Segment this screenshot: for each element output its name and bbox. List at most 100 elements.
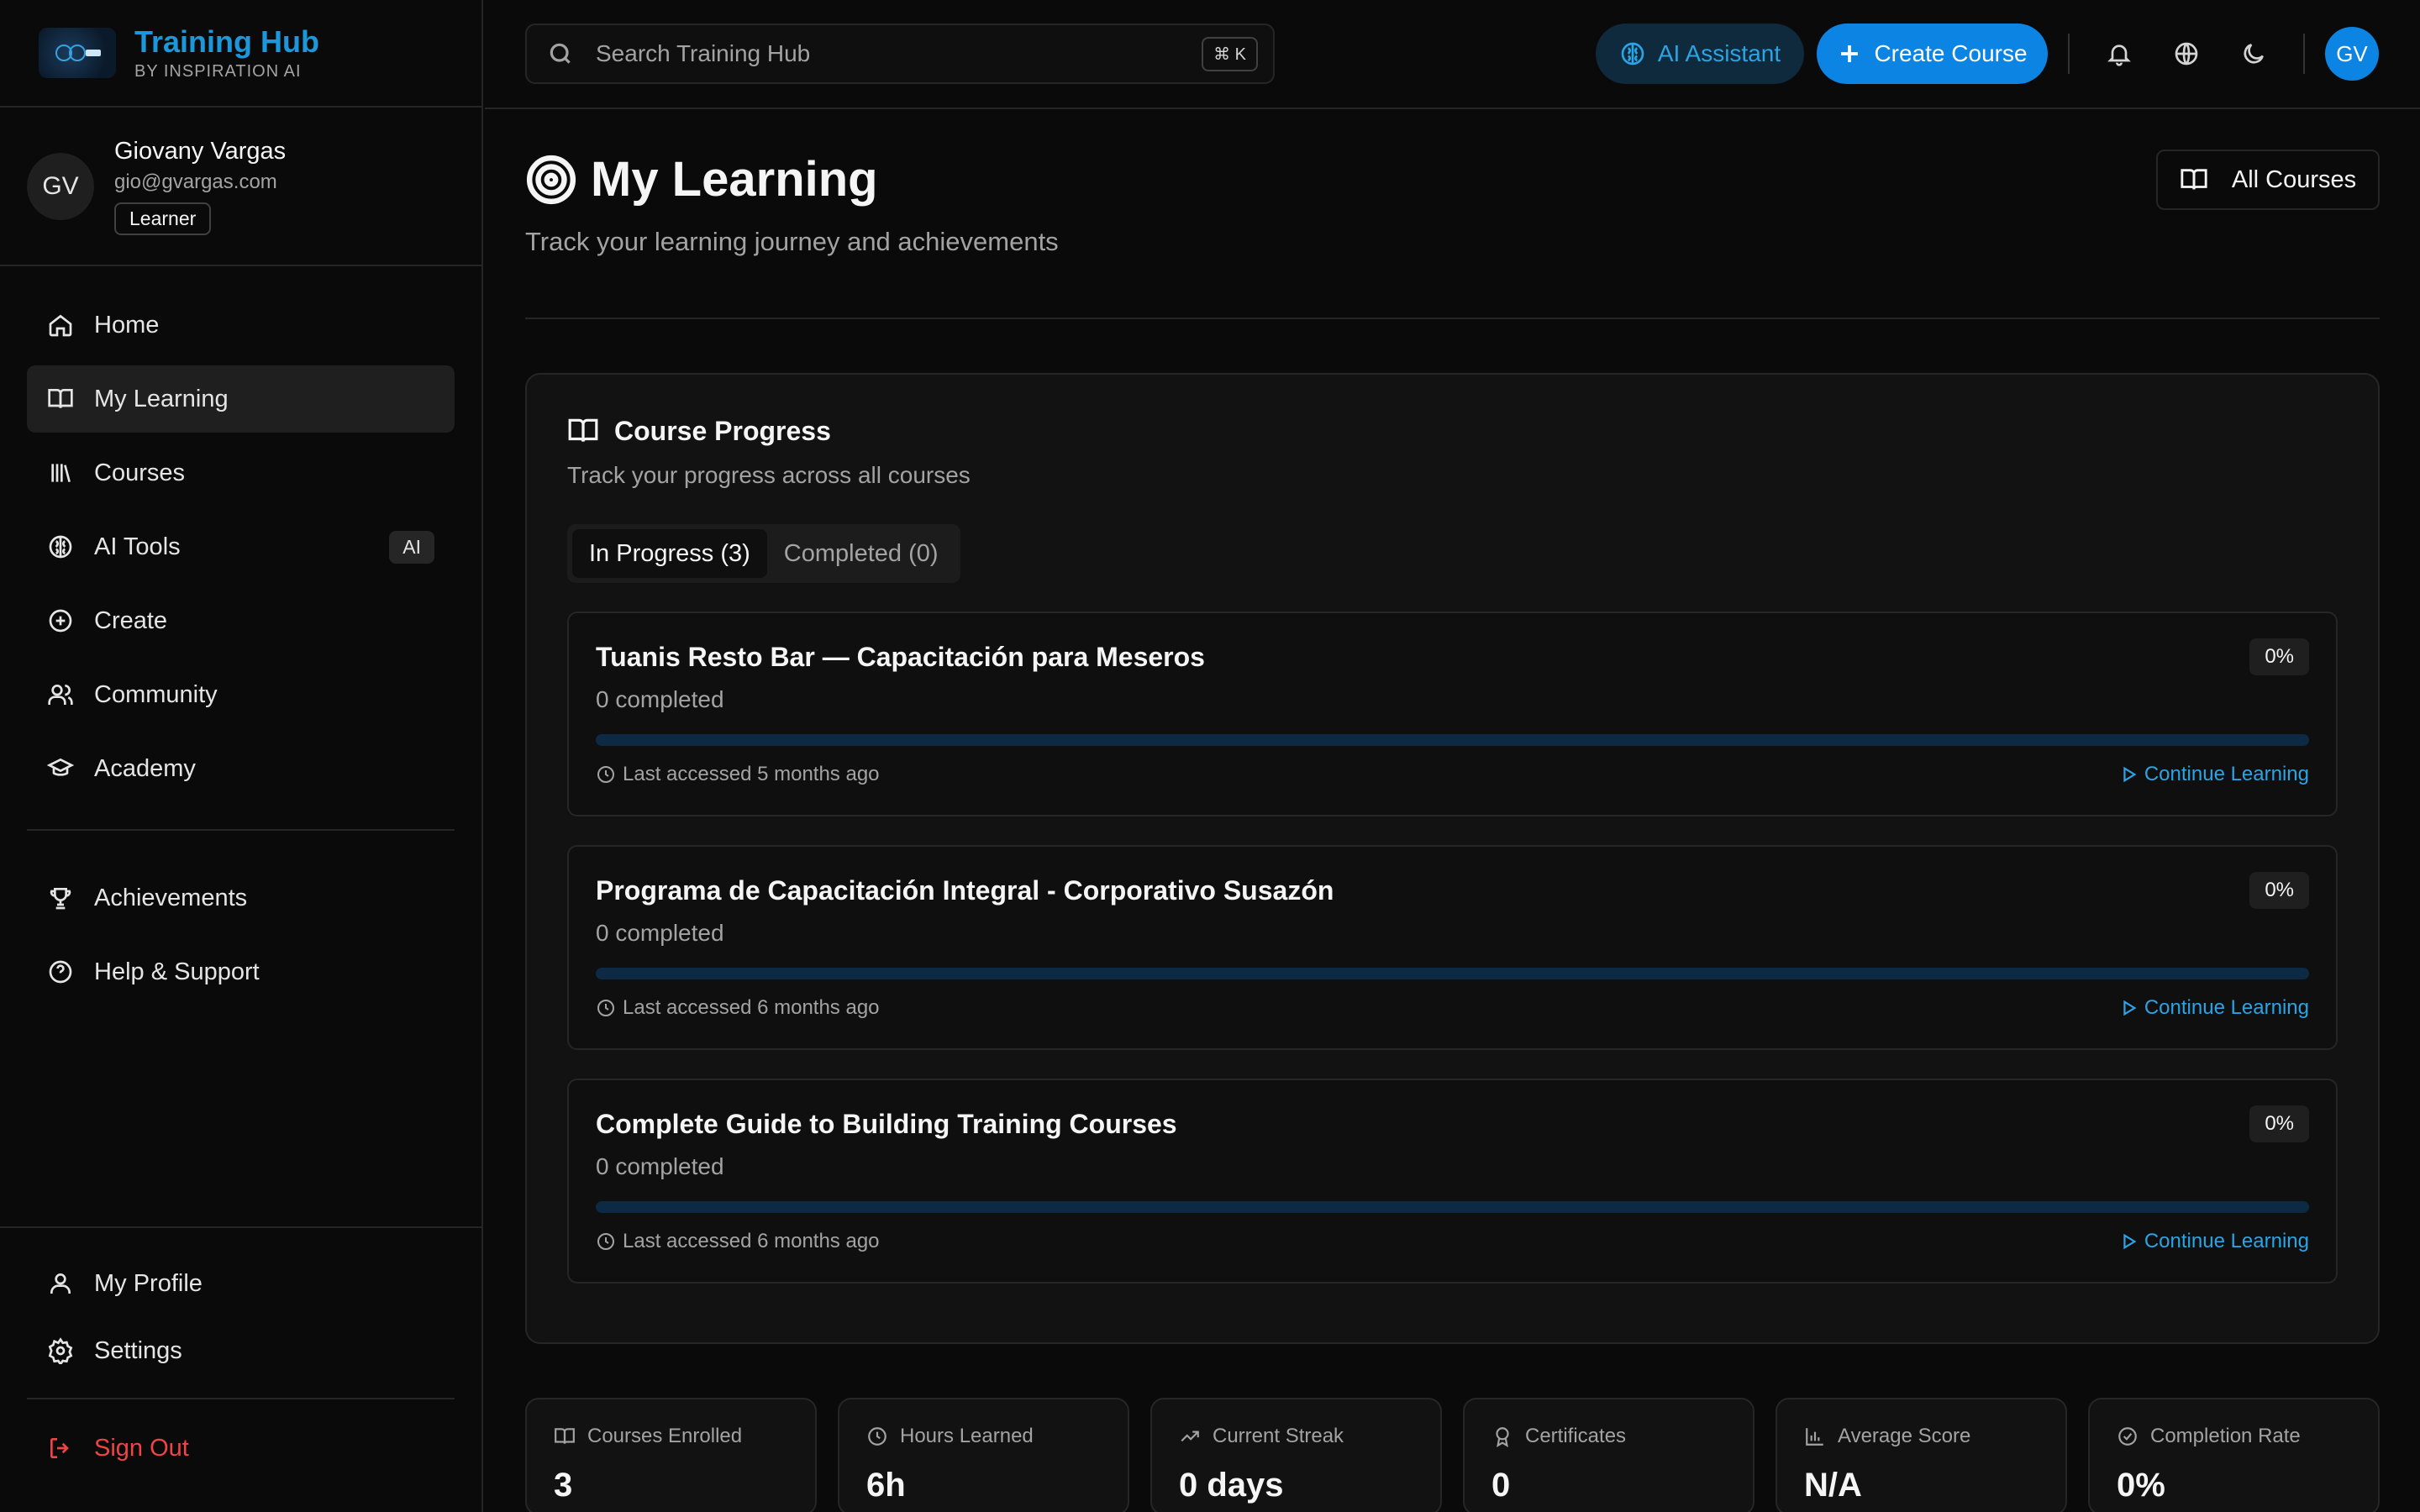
play-icon [2123, 1233, 2137, 1250]
stat-label-text: Certificates [1525, 1425, 1627, 1447]
bar-chart-icon [1806, 1428, 1823, 1446]
course-title: Complete Guide to Building Training Cour… [596, 1109, 1177, 1139]
award-icon [1496, 1427, 1509, 1447]
brand-logo [39, 28, 116, 78]
sign-out-label: Sign Out [94, 1434, 189, 1462]
stat-card-certificates: Certificates 0 [1463, 1398, 1754, 1512]
page-header: My Learning Track your learning journey … [525, 109, 2380, 319]
bell-icon [2107, 45, 2131, 66]
course-completed-count: 0 completed [596, 920, 724, 946]
library-icon [51, 464, 71, 483]
sidebar-item-label: My Profile [94, 1269, 203, 1297]
stat-value: N/A [1804, 1467, 1862, 1504]
continue-learning-label: Continue Learning [2144, 763, 2309, 785]
language-button[interactable] [2170, 37, 2203, 71]
search-input[interactable] [596, 40, 1167, 67]
trophy-icon [50, 888, 71, 910]
create-course-button[interactable]: Create Course [1817, 24, 2048, 84]
user-card: GV Giovany Vargas gio@gvargas.com Learne… [0, 108, 481, 266]
create-course-label: Create Course [1874, 40, 2028, 66]
course-title: Programa de Capacitación Integral - Corp… [596, 875, 1334, 906]
last-accessed: Last accessed 5 months ago [596, 763, 880, 786]
user-email: gio@gvargas.com [114, 170, 277, 193]
continue-learning-link[interactable]: Continue Learning [2119, 1230, 2309, 1253]
user-icon [50, 1273, 71, 1294]
sidebar-item-label: Create [94, 606, 168, 634]
stat-value: 3 [554, 1467, 573, 1504]
last-accessed-text: Last accessed 5 months ago [623, 763, 880, 785]
continue-learning-link[interactable]: Continue Learning [2119, 763, 2309, 786]
user-name: Giovany Vargas [114, 137, 287, 165]
stat-card-courses-enrolled: Courses Enrolled 3 [525, 1398, 817, 1512]
course-progress-bar [596, 1201, 2309, 1213]
tab-completed[interactable]: Completed (0) [767, 529, 955, 578]
notifications-button[interactable] [2102, 37, 2136, 71]
ai-assistant-button[interactable]: AI Assistant [1596, 24, 1804, 84]
book-open-icon [568, 418, 598, 442]
sidebar-item-label: Community [94, 680, 218, 708]
sidebar-secondary-nav: Achievements Help & Support [0, 864, 481, 1005]
stat-label: Completion Rate [2117, 1425, 2351, 1448]
sidebar-item-help[interactable]: Help & Support [27, 938, 455, 1005]
plus-circle-icon [49, 609, 72, 633]
sidebar: Training Hub BY INSPIRATION AI GV Giovan… [0, 0, 483, 1512]
search-box[interactable]: ⌘ K [525, 24, 1275, 84]
stat-label-text: Average Score [1838, 1425, 1971, 1447]
stat-label: Courses Enrolled [554, 1425, 788, 1448]
sidebar-item-courses[interactable]: Courses [27, 439, 455, 507]
graduation-cap-icon [47, 758, 74, 776]
moon-icon [2244, 44, 2264, 64]
continue-learning-label: Continue Learning [2144, 996, 2309, 1019]
page-subtitle: Track your learning journey and achievem… [525, 227, 1059, 256]
theme-toggle[interactable] [2237, 37, 2270, 71]
brand[interactable]: Training Hub BY INSPIRATION AI [0, 0, 481, 108]
sidebar-item-label: Academy [94, 754, 196, 782]
bottom-divider [27, 1398, 455, 1399]
all-courses-button[interactable]: All Courses [2156, 150, 2380, 210]
search-icon [550, 43, 571, 64]
plus-icon [1841, 45, 1859, 62]
sidebar-item-ai-tools[interactable]: AI Tools AI [27, 513, 455, 580]
continue-learning-label: Continue Learning [2144, 1230, 2309, 1252]
sidebar-item-achievements[interactable]: Achievements [27, 864, 455, 932]
sidebar-item-label: Home [94, 311, 160, 339]
page-title-text: My Learning [591, 152, 878, 207]
course-progress-card: Course Progress Track your progress acro… [525, 373, 2380, 1344]
last-accessed-text: Last accessed 6 months ago [623, 1230, 880, 1252]
trending-up-icon [1181, 1431, 1199, 1442]
sidebar-item-create[interactable]: Create [27, 587, 455, 654]
home-icon [49, 314, 72, 337]
brand-title: Training Hub [134, 24, 319, 59]
sidebar-nav: Home My Learning Courses AI Tools AI Cre… [0, 266, 481, 802]
book-open-icon [555, 1428, 575, 1444]
stat-label-text: Completion Rate [2150, 1425, 2301, 1447]
course-item[interactable]: Tuanis Resto Bar — Capacitación para Mes… [567, 612, 2338, 816]
sidebar-item-settings[interactable]: Settings [27, 1319, 455, 1383]
nav-divider [27, 829, 455, 831]
stat-card-completion-rate: Completion Rate 0% [2088, 1398, 2380, 1512]
course-completed-count: 0 completed [596, 686, 724, 712]
course-progress-subtitle: Track your progress across all courses [567, 462, 971, 488]
log-out-icon [50, 1438, 69, 1458]
continue-learning-link[interactable]: Continue Learning [2119, 996, 2309, 1020]
book-open-icon [2181, 169, 2207, 190]
user-menu-avatar[interactable]: GV [2325, 27, 2379, 81]
sidebar-item-label: Courses [94, 459, 185, 486]
user-avatar[interactable]: GV [27, 152, 94, 220]
stat-card-average-score: Average Score N/A [1776, 1398, 2067, 1512]
sidebar-item-my-learning[interactable]: My Learning [27, 365, 455, 433]
stat-label-text: Current Streak [1213, 1425, 1344, 1447]
sidebar-item-academy[interactable]: Academy [27, 735, 455, 802]
stat-card-hours-learned: Hours Learned 6h [838, 1398, 1129, 1512]
sidebar-item-community[interactable]: Community [27, 661, 455, 728]
course-percent-badge: 0% [2249, 1105, 2309, 1142]
course-item[interactable]: Programa de Capacitación Integral - Corp… [567, 845, 2338, 1050]
sidebar-item-profile[interactable]: My Profile [27, 1252, 455, 1315]
course-item[interactable]: Complete Guide to Building Training Cour… [567, 1079, 2338, 1284]
stat-value: 0 days [1179, 1467, 1284, 1504]
tab-in-progress[interactable]: In Progress (3) [572, 529, 767, 578]
stat-label: Average Score [1804, 1425, 2039, 1448]
sign-out-button[interactable]: Sign Out [27, 1416, 455, 1480]
sidebar-item-home[interactable]: Home [27, 291, 455, 359]
sidebar-bottom: My Profile Settings Sign Out [0, 1226, 481, 1512]
